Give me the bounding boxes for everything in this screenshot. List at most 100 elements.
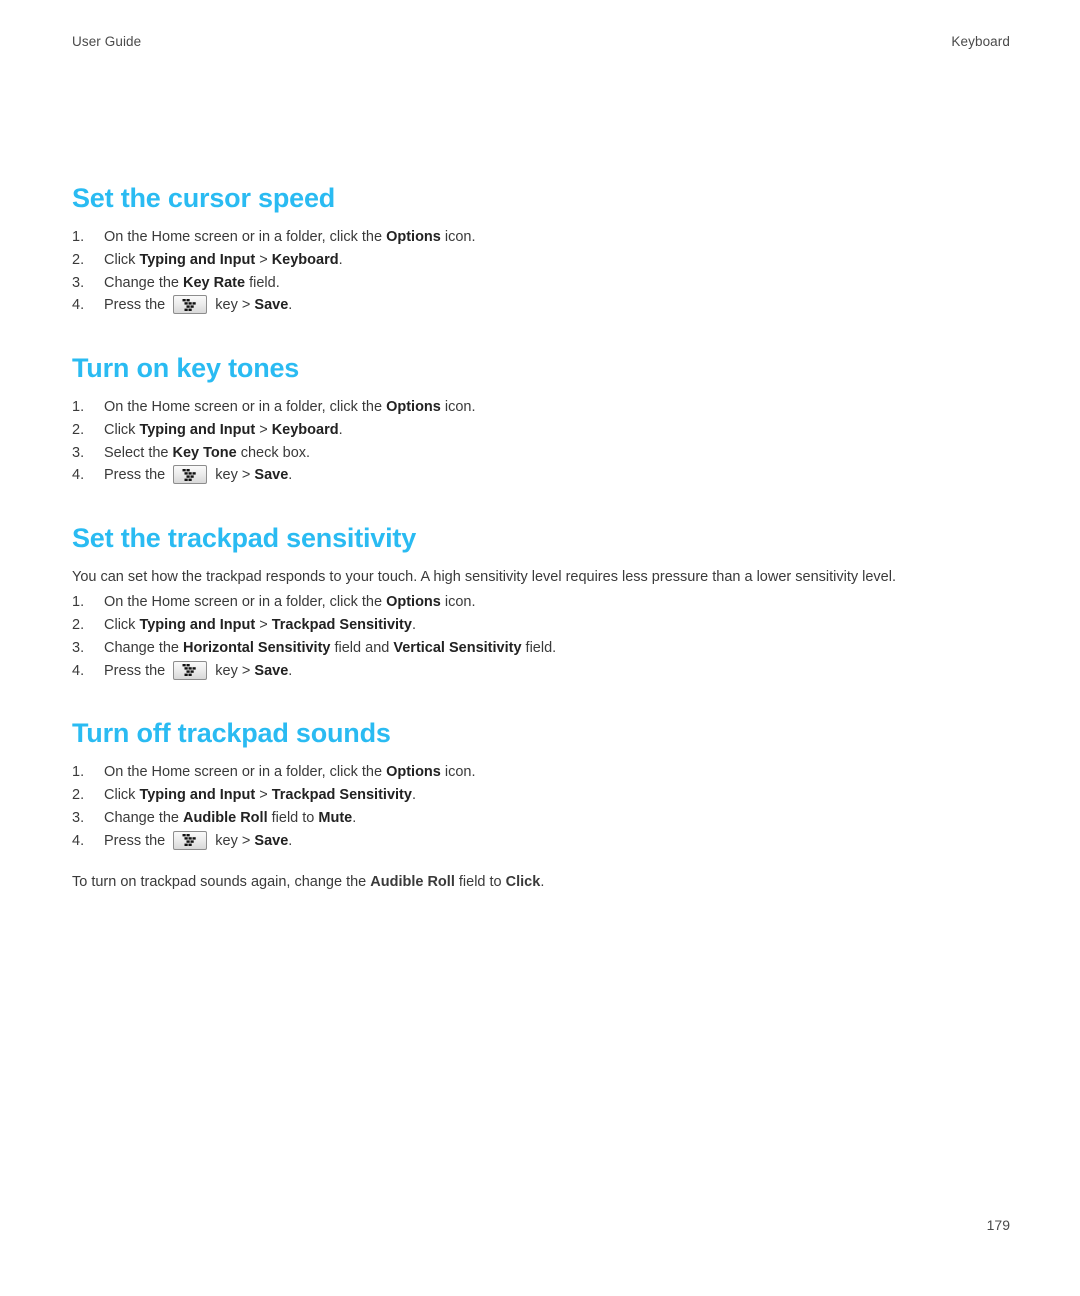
section-heading: Turn off trackpad sounds: [72, 718, 391, 749]
step-number: 4.: [72, 467, 85, 484]
step-text: Change the Audible Roll field to Mute.: [104, 807, 1010, 830]
body-text: Change the: [104, 809, 184, 826]
step-text: On the Home screen or in a folder, click…: [104, 226, 1010, 249]
body-text: .: [540, 874, 545, 891]
body-text: field.: [521, 639, 557, 656]
body-text: Press the: [104, 662, 170, 679]
body-text: Press the: [104, 832, 170, 849]
body-text: >: [255, 251, 272, 268]
document-section: Set the trackpad sensitivity You can set …: [72, 525, 1010, 682]
body-text: field.: [245, 274, 280, 291]
step-item: 3. Change the Audible Roll field to Mute.: [72, 807, 1010, 830]
step-number: 1.: [72, 229, 85, 245]
step-item: 3. Select the Key Tone check box.: [72, 442, 1010, 465]
body-text: icon.: [440, 229, 476, 245]
step-item: 4. Press the key > Save.: [72, 660, 1010, 683]
steps-list: 1. On the Home screen or in a folder, cli…: [72, 396, 1010, 487]
emphasis-text: Save: [254, 467, 289, 484]
step-text: Click Typing and Input > Trackpad Sensit…: [104, 784, 1010, 807]
step-text: On the Home screen or in a folder, click…: [104, 396, 1010, 419]
emphasis-text: Typing and Input: [139, 251, 256, 268]
body-text: key >: [211, 297, 255, 314]
page-number: 179: [986, 1217, 1010, 1233]
step-text: On the Home screen or in a folder, click…: [104, 761, 1010, 784]
body-text: field to: [267, 809, 319, 826]
step-text: Press the key > Save.: [104, 464, 1010, 487]
step-number: 1.: [72, 594, 85, 611]
step-text: On the Home screen or in a folder, click…: [104, 591, 1010, 614]
emphasis-text: Horizontal Sensitivity: [183, 639, 331, 656]
body-text: Click: [104, 421, 140, 438]
section-heading: Set the trackpad sensitivity: [72, 523, 417, 553]
step-number: 2.: [72, 251, 85, 268]
step-number: 4.: [72, 832, 85, 849]
emphasis-text: Key Rate: [183, 274, 246, 291]
step-item: 1. On the Home screen or in a folder, cli…: [72, 591, 1010, 614]
step-number: 4.: [72, 297, 85, 314]
body-text: .: [352, 809, 357, 826]
step-item: 4. Press the key > Save.: [72, 464, 1010, 487]
body-text: .: [338, 251, 343, 268]
step-item: 2. Click Typing and Input > Trackpad Sens…: [72, 614, 1010, 637]
body-text: >: [255, 421, 272, 438]
body-text: field and: [330, 639, 394, 656]
emphasis-text: Options: [386, 764, 441, 781]
step-item: 1. On the Home screen or in a folder, cli…: [72, 396, 1010, 419]
body-text: On the Home screen or in a folder, click…: [104, 594, 387, 611]
emphasis-text: Audible Roll: [370, 874, 455, 891]
step-text: Press the key > Save.: [104, 830, 1010, 853]
document-section: Turn off trackpad sounds 1. On the Home sc…: [72, 720, 1010, 893]
body-text: icon.: [440, 399, 476, 415]
step-number: 2.: [72, 421, 85, 438]
blackberry-menu-key-icon: [173, 465, 208, 485]
body-text: Change the: [104, 274, 184, 291]
step-number: 3.: [72, 274, 85, 291]
step-item: 3. Change the Horizontal Sensitivity fiel…: [72, 637, 1010, 660]
step-number: 3.: [72, 809, 85, 826]
emphasis-text: Save: [254, 832, 289, 849]
step-item: 1. On the Home screen or in a folder, cli…: [72, 226, 1010, 249]
body-text: To turn on trackpad sounds again, change…: [72, 874, 371, 891]
body-text: icon.: [440, 764, 476, 781]
emphasis-text: Keyboard: [271, 251, 339, 268]
body-text: On the Home screen or in a folder, click…: [104, 229, 387, 245]
step-item: 2. Click Typing and Input > Trackpad Sens…: [72, 784, 1010, 807]
step-item: 2. Click Typing and Input > Keyboard.: [72, 419, 1010, 442]
blackberry-menu-key-icon: [173, 295, 208, 315]
emphasis-text: Trackpad Sensitivity: [271, 787, 412, 804]
emphasis-text: Save: [254, 297, 289, 314]
steps-list: 1. On the Home screen or in a folder, cli…: [72, 226, 1010, 317]
body-text: key >: [211, 662, 255, 679]
step-number: 2.: [72, 617, 85, 634]
emphasis-text: Options: [386, 594, 441, 611]
step-text: Press the key > Save.: [104, 294, 1010, 317]
step-text: Change the Horizontal Sensitivity field …: [104, 637, 1010, 660]
body-text: .: [411, 787, 416, 804]
step-number: 2.: [72, 787, 85, 804]
body-text: Click: [104, 787, 140, 804]
steps-list: 1. On the Home screen or in a folder, cli…: [72, 591, 1010, 682]
step-text: Click Typing and Input > Keyboard.: [104, 419, 1010, 442]
step-item: 4. Press the key > Save.: [72, 830, 1010, 853]
emphasis-text: Typing and Input: [139, 421, 256, 438]
emphasis-text: Options: [386, 399, 441, 415]
step-number: 4.: [72, 662, 85, 679]
body-text: Click: [104, 617, 140, 634]
blackberry-menu-key-icon: [173, 830, 208, 850]
step-text: Select the Key Tone check box.: [104, 442, 1010, 465]
step-text: Click Typing and Input > Keyboard.: [104, 249, 1010, 272]
document-section: Set the cursor speed 1. On the Home screen…: [72, 185, 1010, 317]
body-text: .: [411, 617, 416, 634]
emphasis-text: Audible Roll: [183, 809, 268, 826]
header-left-text: User Guide: [72, 34, 142, 49]
step-text: Change the Key Rate field.: [104, 272, 1010, 295]
section-heading: Turn on key tones: [72, 353, 300, 383]
body-text: field to: [454, 874, 506, 891]
document-content: Set the cursor speed 1. On the Home screen…: [72, 185, 1010, 897]
body-text: .: [338, 421, 343, 438]
document-section: Turn on key tones 1. On the Home screen or…: [72, 355, 1010, 487]
step-item: 2. Click Typing and Input > Keyboard.: [72, 249, 1010, 272]
step-item: 3. Change the Key Rate field.: [72, 272, 1010, 295]
emphasis-text: Keyboard: [271, 421, 339, 438]
emphasis-text: Trackpad Sensitivity: [271, 617, 412, 634]
